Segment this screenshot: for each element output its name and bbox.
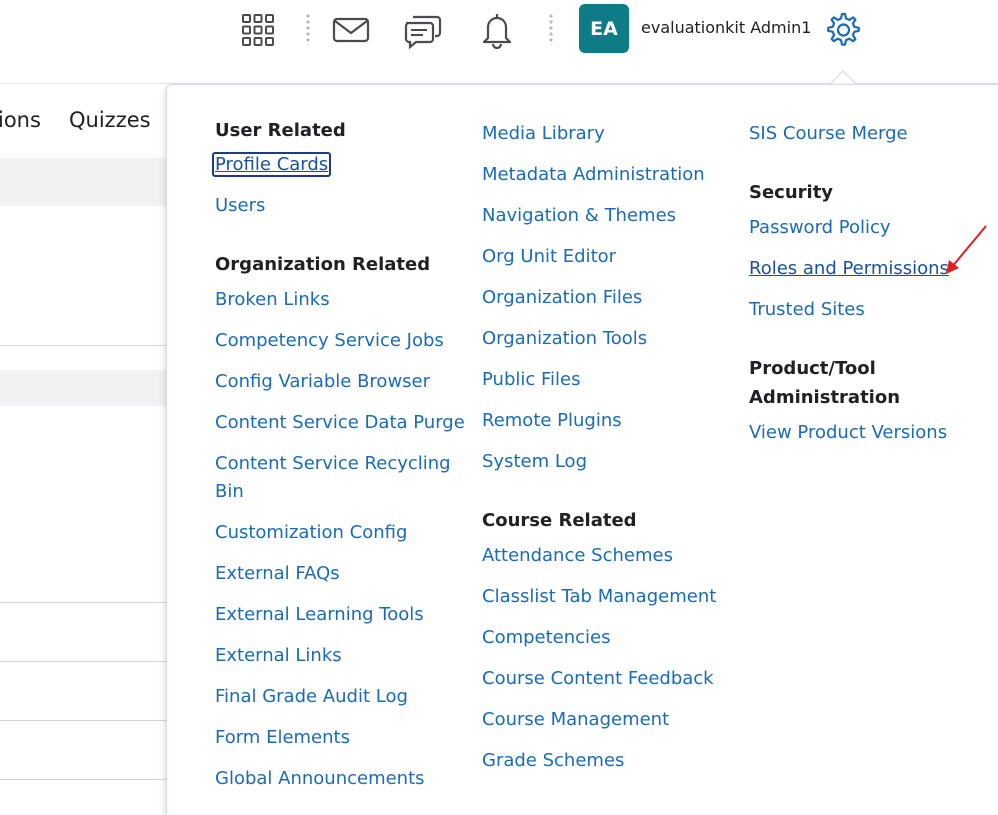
tab-quizzes[interactable]: Quizzes [69, 108, 151, 132]
link-global-announcements[interactable]: Global Announcements [215, 768, 425, 789]
menu-column-2: Media Library Metadata Administration Na… [482, 120, 742, 788]
link-public-files[interactable]: Public Files [482, 369, 581, 390]
link-broken-links[interactable]: Broken Links [215, 289, 330, 310]
link-final-grade-audit-log[interactable]: Final Grade Audit Log [215, 686, 408, 707]
group-title-user-related: User Related [215, 120, 346, 141]
annotation-arrow-icon [946, 225, 987, 274]
link-external-learning-tools[interactable]: External Learning Tools [215, 604, 424, 625]
divider [0, 345, 170, 346]
mail-icon[interactable] [331, 10, 371, 50]
link-customization-config[interactable]: Customization Config [215, 522, 407, 543]
divider [0, 779, 170, 780]
avatar[interactable]: EA [579, 4, 629, 53]
background-band [0, 158, 170, 206]
link-roles-and-permissions[interactable]: Roles and Permissions [749, 258, 949, 279]
link-sis-course-merge[interactable]: SIS Course Merge [749, 123, 908, 144]
link-system-log[interactable]: System Log [482, 451, 587, 472]
username-label[interactable]: evaluationkit Admin1 [641, 18, 811, 37]
link-media-library[interactable]: Media Library [482, 123, 605, 144]
link-users[interactable]: Users [215, 195, 265, 216]
link-competency-service-jobs[interactable]: Competency Service Jobs [215, 330, 444, 351]
link-grade-schemes[interactable]: Grade Schemes [482, 750, 624, 771]
tab-permissions[interactable]: ions [0, 108, 41, 132]
link-course-management[interactable]: Course Management [482, 709, 669, 730]
link-external-faqs[interactable]: External FAQs [215, 563, 340, 584]
group-title-course-related: Course Related [482, 510, 637, 531]
divider [0, 661, 170, 662]
chat-icon[interactable] [403, 10, 443, 50]
link-classlist-tab-management[interactable]: Classlist Tab Management [482, 586, 716, 607]
link-competencies[interactable]: Competencies [482, 627, 611, 648]
divider [0, 720, 170, 721]
divider [549, 13, 553, 45]
link-form-elements[interactable]: Form Elements [215, 727, 350, 748]
bell-icon[interactable] [477, 10, 517, 50]
link-profile-cards[interactable]: Profile Cards [212, 152, 332, 177]
group-title-organization-related: Organization Related [215, 254, 431, 275]
link-config-variable-browser[interactable]: Config Variable Browser [215, 371, 430, 392]
link-trusted-sites[interactable]: Trusted Sites [749, 299, 865, 320]
group-title-administration: Administration [749, 387, 901, 408]
gear-icon[interactable] [822, 10, 862, 50]
link-remote-plugins[interactable]: Remote Plugins [482, 410, 622, 431]
link-organization-tools[interactable]: Organization Tools [482, 328, 647, 349]
link-course-content-feedback[interactable]: Course Content Feedback [482, 668, 714, 689]
background-band [0, 370, 170, 406]
link-org-unit-editor[interactable]: Org Unit Editor [482, 246, 616, 267]
apps-grid-icon[interactable] [238, 10, 278, 50]
top-navbar: EA evaluationkit Admin1 [0, 0, 998, 84]
link-organization-files[interactable]: Organization Files [482, 287, 642, 308]
link-external-links[interactable]: External Links [215, 645, 342, 666]
menu-column-1: User Related Profile Cards Users Organiz… [212, 116, 475, 806]
group-title-security: Security [749, 182, 834, 203]
link-content-service-data-purge[interactable]: Content Service Data Purge [215, 412, 465, 433]
menu-column-3: SIS Course Merge Security Password Polic… [749, 120, 989, 460]
avatar-initials: EA [590, 17, 618, 40]
link-attendance-schemes[interactable]: Attendance Schemes [482, 545, 673, 566]
link-password-policy[interactable]: Password Policy [749, 217, 891, 238]
group-title-product-tool: Product/Tool [749, 358, 876, 379]
link-view-product-versions[interactable]: View Product Versions [749, 422, 947, 443]
link-metadata-administration[interactable]: Metadata Administration [482, 164, 705, 185]
divider [306, 13, 310, 45]
divider [0, 602, 170, 603]
link-content-service-recycling-bin[interactable]: Content Service Recycling Bin [215, 453, 451, 502]
link-navigation-themes[interactable]: Navigation & Themes [482, 205, 676, 226]
